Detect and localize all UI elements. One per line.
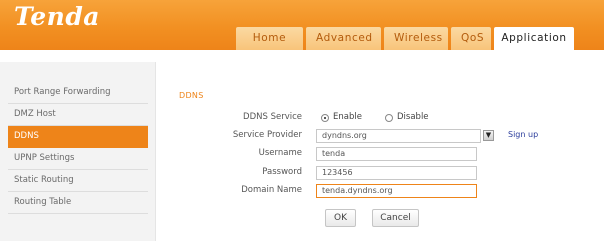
service-provider-label: Service Provider bbox=[232, 130, 302, 140]
section-title: DDNS bbox=[179, 91, 204, 100]
sidebar-item-ddns[interactable]: DDNS bbox=[8, 126, 148, 148]
top-header: Tenda Home Advanced Wireless QoS Applica… bbox=[0, 0, 604, 50]
tenda-logo: Tenda bbox=[14, 2, 100, 31]
password-field[interactable]: 123456 bbox=[316, 166, 477, 180]
tab-advanced[interactable]: Advanced bbox=[306, 27, 381, 50]
disable-radio-label: Disable bbox=[397, 112, 429, 122]
password-label: Password bbox=[262, 167, 302, 177]
chevron-down-icon[interactable]: ▼ bbox=[483, 130, 494, 141]
sidebar-item-port-range-forwarding[interactable]: Port Range Forwarding bbox=[8, 82, 148, 104]
enable-radio[interactable] bbox=[321, 114, 329, 122]
sidebar-item-upnp-settings[interactable]: UPNP Settings bbox=[8, 148, 148, 170]
tab-wireless[interactable]: Wireless bbox=[384, 27, 448, 50]
sidebar-item-routing-table[interactable]: Routing Table bbox=[8, 192, 148, 214]
disable-radio[interactable] bbox=[385, 114, 393, 122]
ok-button[interactable]: OK bbox=[325, 209, 356, 227]
username-field[interactable]: tenda bbox=[316, 147, 477, 161]
cancel-button[interactable]: Cancel bbox=[372, 209, 419, 227]
domain-name-field[interactable]: tenda.dyndns.org bbox=[316, 184, 477, 198]
tab-application[interactable]: Application bbox=[494, 27, 574, 50]
tab-home[interactable]: Home bbox=[236, 27, 303, 50]
ddns-service-label: DDNS Service bbox=[243, 112, 302, 122]
main-nav-tabs: Home Advanced Wireless QoS Application bbox=[236, 27, 574, 50]
sidebar-item-dmz-host[interactable]: DMZ Host bbox=[8, 104, 148, 126]
sidebar-menu: Port Range Forwarding DMZ Host DDNS UPNP… bbox=[8, 82, 148, 214]
username-label: Username bbox=[258, 148, 302, 158]
service-provider-select[interactable]: dyndns.org bbox=[316, 129, 481, 143]
enable-radio-label: Enable bbox=[333, 112, 362, 122]
sidebar-item-static-routing[interactable]: Static Routing bbox=[8, 170, 148, 192]
sign-up-link[interactable]: Sign up bbox=[508, 130, 538, 139]
sidebar: Port Range Forwarding DMZ Host DDNS UPNP… bbox=[0, 62, 156, 241]
tab-qos[interactable]: QoS bbox=[451, 27, 491, 50]
domain-name-label: Domain Name bbox=[241, 185, 302, 195]
